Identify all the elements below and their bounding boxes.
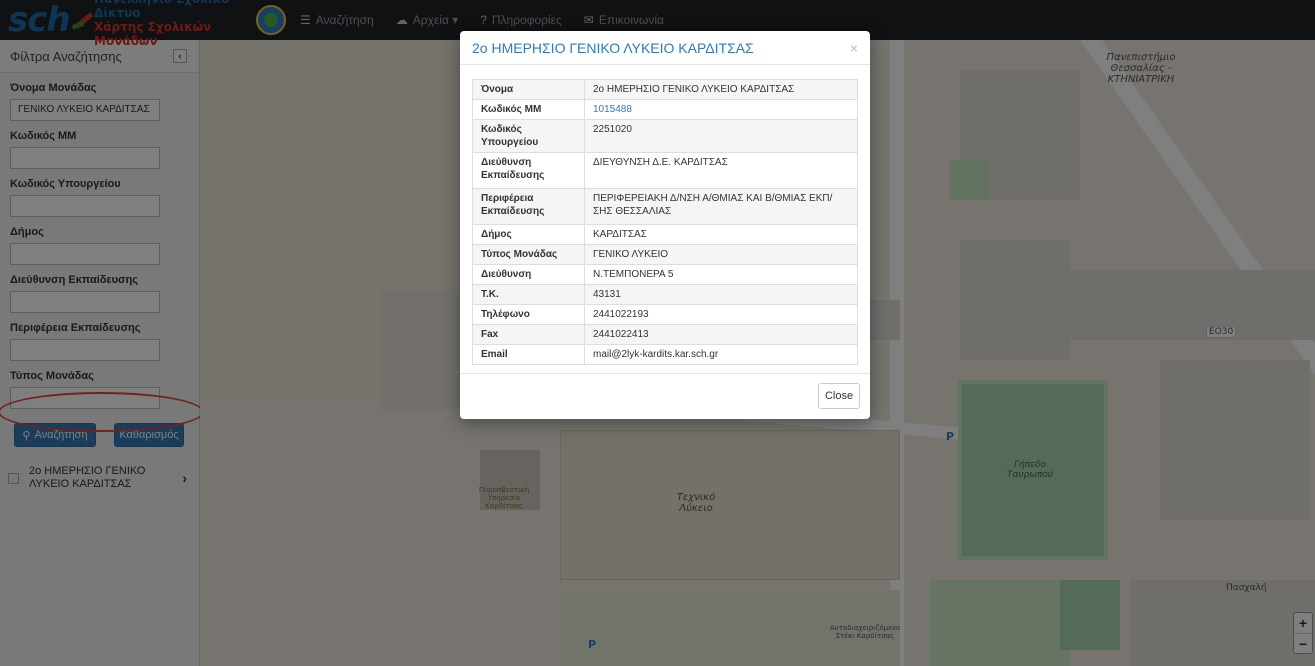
row-key: Τηλέφωνο bbox=[472, 304, 585, 325]
row-key: Fax bbox=[472, 324, 585, 345]
modal-title: 2ο ΗΜΕΡΗΣΙΟ ΓΕΝΙΚΟ ΛΥΚΕΙΟ ΚΑΡΔΙΤΣΑΣ bbox=[472, 39, 754, 56]
table-row: Τύπος Μονάδας ΓΕΝΙΚΟ ΛΥΚΕΙΟ bbox=[472, 244, 858, 265]
school-details-table: Όνομα 2ο ΗΜΕΡΗΣΙΟ ΓΕΝΙΚΟ ΛΥΚΕΙΟ ΚΑΡΔΙΤΣΑ… bbox=[472, 79, 858, 365]
table-row: Email mail@2lyk-kardits.kar.sch.gr bbox=[472, 344, 858, 365]
row-value: Ν.ΤΕΜΠΟΝΕΡΑ 5 bbox=[584, 264, 858, 285]
row-value: 2ο ΗΜΕΡΗΣΙΟ ΓΕΝΙΚΟ ΛΥΚΕΙΟ ΚΑΡΔΙΤΣΑΣ bbox=[584, 79, 858, 100]
table-row: Fax 2441022413 bbox=[472, 324, 858, 345]
row-value: 2251020 bbox=[584, 119, 858, 153]
mm-code-link[interactable]: 1015488 bbox=[584, 99, 858, 120]
school-details-modal: 2ο ΗΜΕΡΗΣΙΟ ΓΕΝΙΚΟ ΛΥΚΕΙΟ ΚΑΡΔΙΤΣΑΣ × Όν… bbox=[460, 31, 870, 419]
table-row: Κωδικός ΜΜ 1015488 bbox=[472, 99, 858, 120]
row-key: Κωδικός Υπουργείου bbox=[472, 119, 585, 153]
table-row: Τηλέφωνο 2441022193 bbox=[472, 304, 858, 325]
row-value: ΔΙΕΥΘΥΝΣΗ Δ.Ε. ΚΑΡΔΙΤΣΑΣ bbox=[584, 152, 858, 189]
row-value: ΓΕΝΙΚΟ ΛΥΚΕΙΟ bbox=[584, 244, 858, 265]
row-value: ΠΕΡΙΦΕΡΕΙΑΚΗ Δ/ΝΣΗ Α/ΘΜΙΑΣ ΚΑΙ Β/ΘΜΙΑΣ Ε… bbox=[584, 188, 858, 225]
row-value: 43131 bbox=[584, 284, 858, 305]
modal-body: Όνομα 2ο ΗΜΕΡΗΣΙΟ ΓΕΝΙΚΟ ΛΥΚΕΙΟ ΚΑΡΔΙΤΣΑ… bbox=[460, 65, 870, 365]
row-value: 2441022193 bbox=[584, 304, 858, 325]
modal-footer: Close bbox=[460, 373, 870, 419]
row-key: Τύπος Μονάδας bbox=[472, 244, 585, 265]
row-key: Όνομα bbox=[472, 79, 585, 100]
table-row: Όνομα 2ο ΗΜΕΡΗΣΙΟ ΓΕΝΙΚΟ ΛΥΚΕΙΟ ΚΑΡΔΙΤΣΑ… bbox=[472, 79, 858, 100]
row-key: Δήμος bbox=[472, 224, 585, 245]
row-key: Περιφέρεια Εκπαίδευσης bbox=[472, 188, 585, 225]
table-row: Τ.Κ. 43131 bbox=[472, 284, 858, 305]
email-value: mail@2lyk-kardits.kar.sch.gr bbox=[584, 344, 858, 365]
table-row: Κωδικός Υπουργείου 2251020 bbox=[472, 119, 858, 153]
close-icon[interactable]: × bbox=[850, 40, 858, 56]
table-row: Περιφέρεια Εκπαίδευσης ΠΕΡΙΦΕΡΕΙΑΚΗ Δ/ΝΣ… bbox=[472, 188, 858, 225]
modal-header: 2ο ΗΜΕΡΗΣΙΟ ΓΕΝΙΚΟ ΛΥΚΕΙΟ ΚΑΡΔΙΤΣΑΣ × bbox=[460, 31, 870, 65]
row-key: Διεύθυνση bbox=[472, 264, 585, 285]
row-key: Τ.Κ. bbox=[472, 284, 585, 305]
row-key: Διεύθυνση Εκπαίδευσης bbox=[472, 152, 585, 189]
table-row: Δήμος ΚΑΡΔΙΤΣΑΣ bbox=[472, 224, 858, 245]
row-value: ΚΑΡΔΙΤΣΑΣ bbox=[584, 224, 858, 245]
table-row: Διεύθυνση Ν.ΤΕΜΠΟΝΕΡΑ 5 bbox=[472, 264, 858, 285]
row-key: Email bbox=[472, 344, 585, 365]
table-row: Διεύθυνση Εκπαίδευσης ΔΙΕΥΘΥΝΣΗ Δ.Ε. ΚΑΡ… bbox=[472, 152, 858, 189]
row-value: 2441022413 bbox=[584, 324, 858, 345]
close-button[interactable]: Close bbox=[818, 383, 860, 409]
row-key: Κωδικός ΜΜ bbox=[472, 99, 585, 120]
